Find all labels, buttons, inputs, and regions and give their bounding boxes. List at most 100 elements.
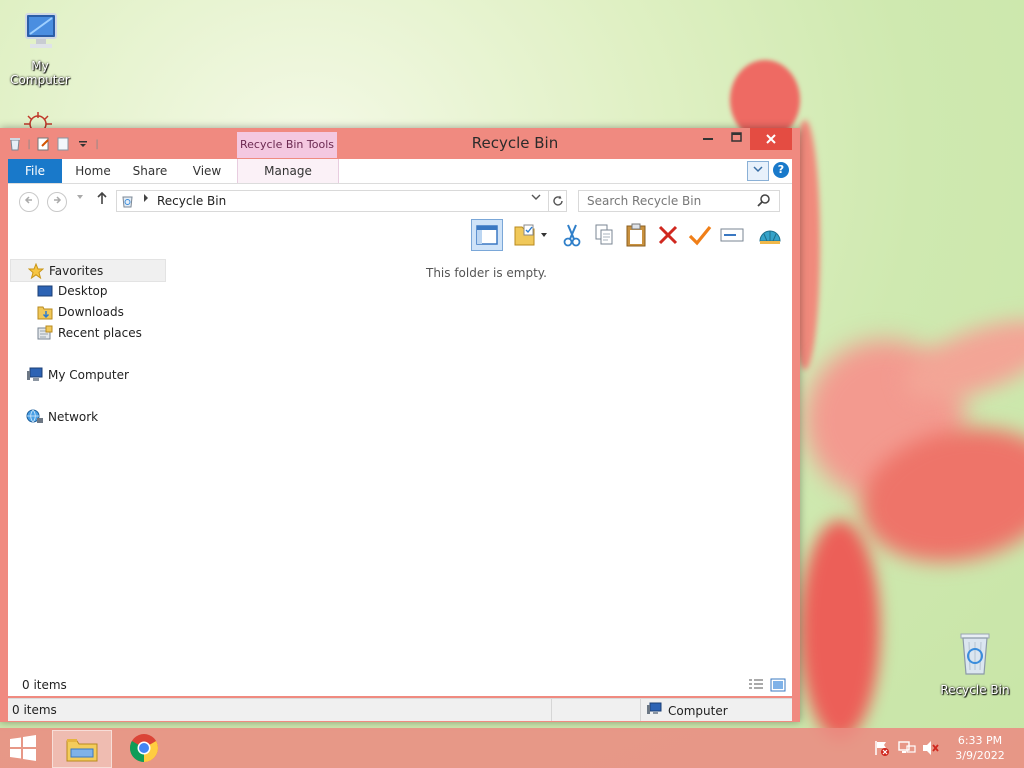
chevron-down-icon bbox=[531, 194, 541, 200]
cut-button[interactable] bbox=[558, 220, 586, 250]
clipboard-icon bbox=[626, 223, 646, 247]
content-area: Favorites Desktop Downloads Recent place… bbox=[8, 256, 792, 694]
title-bar[interactable]: | | Recycle Bin Tools Recycle Bin bbox=[0, 128, 800, 158]
arrow-left-icon bbox=[24, 196, 32, 204]
chevron-down-icon bbox=[77, 195, 83, 199]
explorer-window: | | Recycle Bin Tools Recycle Bin File H… bbox=[0, 128, 800, 722]
nav-item-network[interactable]: Network bbox=[8, 406, 182, 427]
tab-share[interactable]: Share bbox=[125, 159, 175, 183]
chrome-icon bbox=[130, 734, 158, 762]
desktop-icon-partial[interactable] bbox=[18, 108, 58, 133]
recycle-bin-small-icon bbox=[121, 194, 134, 211]
minimize-button[interactable] bbox=[694, 128, 722, 150]
desktop-icon-label: My Computer bbox=[10, 59, 70, 87]
ribbon-tabs: File Home Share View Manage ? bbox=[8, 159, 792, 184]
tab-file[interactable]: File bbox=[8, 159, 62, 183]
recycle-bin-small-icon[interactable] bbox=[8, 136, 22, 152]
status-bar: 0 items Computer bbox=[8, 698, 792, 721]
volume-muted-icon[interactable] bbox=[922, 740, 940, 759]
forward-button[interactable] bbox=[47, 192, 67, 212]
properties-button[interactable] bbox=[756, 220, 784, 250]
taskbar-file-explorer[interactable] bbox=[52, 730, 112, 768]
rename-button[interactable] bbox=[718, 220, 746, 250]
desktop-icon-my-computer[interactable]: My Computer bbox=[0, 10, 80, 87]
action-center-icon[interactable] bbox=[874, 740, 890, 759]
help-button[interactable]: ? bbox=[773, 162, 789, 178]
nav-item-desktop[interactable]: Desktop bbox=[8, 280, 192, 301]
status-divider bbox=[551, 699, 552, 721]
nav-item-label: Network bbox=[48, 409, 99, 424]
back-button[interactable] bbox=[19, 192, 39, 212]
context-tab-recycle-bin-tools: Recycle Bin Tools bbox=[237, 132, 337, 158]
nav-item-recent-places[interactable]: Recent places bbox=[8, 322, 192, 343]
tab-home[interactable]: Home bbox=[68, 159, 118, 183]
recent-locations-button[interactable] bbox=[76, 193, 84, 202]
new-folder-icon[interactable] bbox=[56, 136, 70, 152]
delete-x-icon bbox=[658, 225, 678, 245]
taskbar: 6:33 PM 3/9/2022 bbox=[0, 728, 1024, 768]
status-location-label: Computer bbox=[668, 703, 728, 718]
details-view-button[interactable] bbox=[748, 678, 764, 695]
tab-manage[interactable]: Manage bbox=[237, 159, 339, 183]
refresh-icon bbox=[553, 195, 563, 206]
wallpaper-petal bbox=[800, 520, 880, 740]
file-explorer-icon bbox=[66, 739, 98, 762]
quick-access-toolbar: | | bbox=[8, 136, 99, 152]
search-input[interactable] bbox=[579, 191, 765, 211]
paste-button[interactable] bbox=[622, 220, 650, 250]
expand-ribbon-button[interactable] bbox=[747, 161, 769, 181]
nav-item-label: Downloads bbox=[58, 304, 124, 319]
window-title: Recycle Bin bbox=[471, 134, 559, 152]
address-dropdown-button[interactable] bbox=[531, 193, 541, 204]
navigation-pane: Favorites Desktop Downloads Recent place… bbox=[8, 256, 166, 694]
up-button[interactable] bbox=[96, 191, 108, 209]
address-bar[interactable]: Recycle Bin bbox=[116, 190, 567, 212]
clock-time: 6:33 PM bbox=[957, 734, 1003, 747]
copy-button[interactable] bbox=[590, 220, 618, 250]
empty-folder-message: This folder is empty. bbox=[426, 266, 547, 280]
tab-view[interactable]: View bbox=[182, 159, 232, 183]
breadcrumb-chevron-icon[interactable] bbox=[143, 194, 149, 205]
properties-icon[interactable] bbox=[36, 136, 50, 152]
delete-button[interactable] bbox=[654, 220, 682, 250]
desktop-icon bbox=[36, 283, 54, 299]
preview-pane-button[interactable] bbox=[471, 219, 503, 251]
maximize-button[interactable] bbox=[722, 128, 750, 150]
pane-layout-icon bbox=[476, 225, 498, 245]
separator-icon: | bbox=[27, 138, 31, 150]
customize-qat-icon[interactable] bbox=[76, 136, 90, 152]
nav-item-favorites[interactable]: Favorites bbox=[10, 259, 166, 282]
taskbar-chrome[interactable] bbox=[122, 730, 166, 766]
status-item-count: 0 items bbox=[12, 703, 57, 717]
desktop-icon-label: Recycle Bin bbox=[940, 683, 1010, 697]
computer-icon bbox=[646, 702, 662, 719]
large-icons-view-icon bbox=[770, 678, 786, 692]
address-row: Recycle Bin bbox=[8, 184, 792, 218]
new-folder-button[interactable] bbox=[510, 220, 550, 250]
recycle-bin-icon bbox=[935, 630, 1015, 681]
checkmark-icon bbox=[688, 225, 712, 246]
nav-item-label: My Computer bbox=[48, 367, 129, 382]
restore-button[interactable] bbox=[686, 220, 714, 250]
breadcrumb-current[interactable]: Recycle Bin bbox=[157, 194, 226, 208]
computer-icon bbox=[26, 367, 44, 383]
folder-options-icon bbox=[514, 224, 547, 246]
search-box[interactable] bbox=[578, 190, 780, 212]
network-tray-icon[interactable] bbox=[898, 740, 916, 759]
nav-item-downloads[interactable]: Downloads bbox=[8, 301, 192, 322]
large-icons-view-button[interactable] bbox=[770, 678, 786, 695]
refresh-button[interactable] bbox=[548, 191, 567, 211]
arrow-up-icon bbox=[97, 191, 107, 204]
close-button[interactable] bbox=[750, 128, 792, 150]
command-toolbar bbox=[8, 218, 792, 256]
start-button[interactable] bbox=[8, 734, 38, 762]
downloads-folder-icon bbox=[36, 304, 54, 320]
rename-icon bbox=[720, 228, 744, 242]
arrow-right-icon bbox=[54, 196, 62, 204]
shell-icon bbox=[759, 230, 781, 244]
desktop-icon-recycle-bin[interactable]: Recycle Bin bbox=[935, 630, 1015, 697]
clock[interactable]: 6:33 PM 3/9/2022 bbox=[944, 733, 1016, 763]
items-row: 0 items bbox=[8, 674, 792, 696]
search-icon[interactable] bbox=[757, 193, 771, 210]
nav-item-my-computer[interactable]: My Computer bbox=[8, 364, 182, 385]
